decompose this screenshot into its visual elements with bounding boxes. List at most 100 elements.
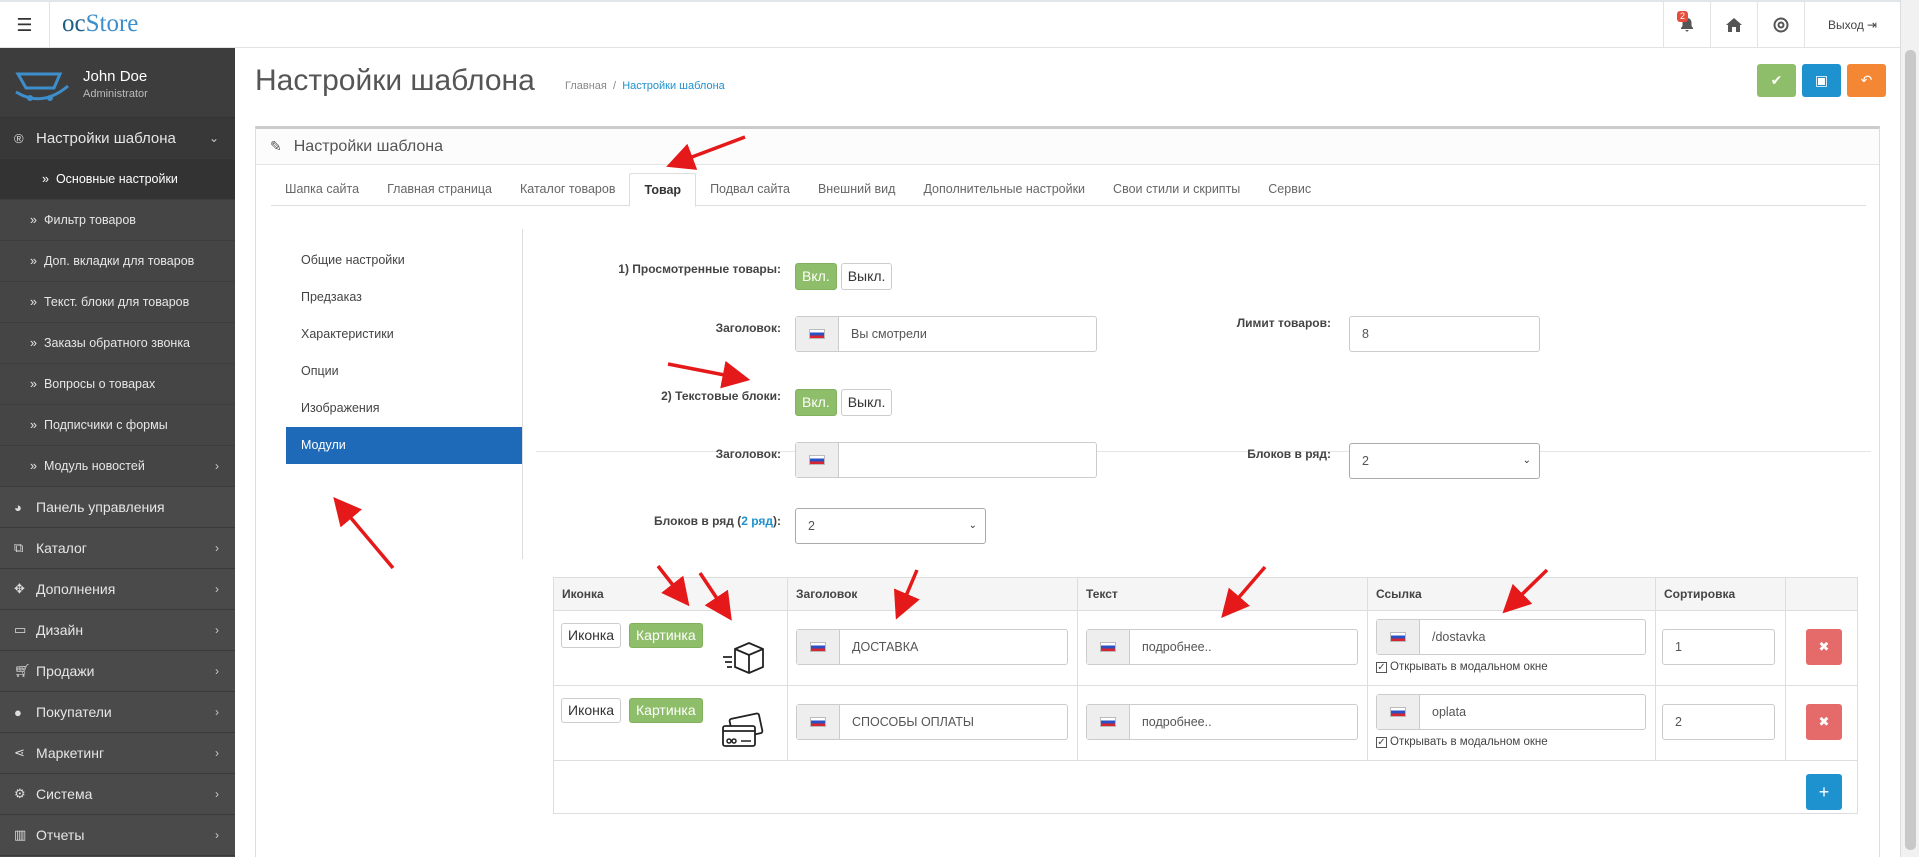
row2-text-field[interactable]: подробнее.. [1086, 704, 1358, 740]
text-blocks-table: Иконка Заголовок Текст Ссылка Сортировка… [553, 577, 1858, 814]
save-button[interactable]: ✔ [1757, 64, 1796, 97]
add-row-button[interactable]: + [1806, 774, 1842, 810]
notifications-button[interactable]: 2 [1663, 2, 1710, 48]
viewed-heading-label: Заголовок: [715, 321, 781, 335]
tab-appearance[interactable]: Внешний вид [804, 173, 909, 206]
sidebar-sub-extra-tabs[interactable]: » Доп. вкладки для товаров [0, 241, 235, 282]
row2-image-button[interactable]: Картинка [629, 698, 703, 723]
double-chevron-icon: » [30, 418, 37, 432]
tab-header[interactable]: Шапка сайта [271, 173, 373, 206]
breadcrumb-current[interactable]: Настройки шаблона [622, 80, 725, 92]
gear-icon: ⚙ [14, 786, 26, 801]
row2-delete-button[interactable]: ✖ [1806, 704, 1842, 740]
tab-service[interactable]: Сервис [1254, 173, 1325, 206]
row1-text-field[interactable]: подробнее.. [1086, 629, 1358, 665]
viewed-off-button[interactable]: Выкл. [840, 263, 893, 290]
row1-text-value: подробнее.. [1142, 640, 1212, 654]
tab-home-page[interactable]: Главная страница [373, 173, 506, 206]
row2-heading-field[interactable]: СПОСОБЫ ОПЛАТЫ [796, 704, 1068, 740]
sidebar-sub-product-filter[interactable]: » Фильтр товаров [0, 200, 235, 241]
subnav-attributes[interactable]: Характеристики [286, 316, 522, 353]
sidebar-sub-text-blocks[interactable]: » Текст. блоки для товаров [0, 282, 235, 323]
tab-footer[interactable]: Подвал сайта [696, 173, 804, 206]
breadcrumb-home[interactable]: Главная [565, 80, 607, 92]
sidebar-sub-subscribers[interactable]: » Подписчики с формы [0, 405, 235, 446]
tab-catalog[interactable]: Каталог товаров [506, 173, 629, 206]
per-row-select[interactable]: 2 ⌄ [1349, 443, 1540, 479]
sidebar-item-reports[interactable]: ▥ Отчеты › [0, 815, 235, 856]
hamburger-icon[interactable]: ☰ [0, 2, 50, 48]
sidebar-sub-label: Фильтр товаров [43, 213, 136, 227]
logout-label: Выход [1828, 18, 1864, 32]
save-stay-button[interactable]: ▣ [1802, 64, 1841, 97]
chevron-right-icon: › [215, 541, 219, 555]
subnav-options[interactable]: Опции [286, 353, 522, 390]
sidebar-item-dashboard[interactable]: ◕ Панель управления [0, 487, 235, 528]
row1-image-button[interactable]: Картинка [629, 623, 703, 648]
sidebar-sub-product-questions[interactable]: » Вопросы о товарах [0, 364, 235, 405]
row2-sort-input[interactable]: 2 [1662, 704, 1775, 740]
sidebar-sub-callback-orders[interactable]: » Заказы обратного звонка [0, 323, 235, 364]
scrollbar[interactable] [1900, 0, 1919, 857]
sidebar-item-template-settings[interactable]: ® Настройки шаблона ⌄ [0, 118, 235, 159]
sidebar-item-sales[interactable]: 🛒︎ Продажи › [0, 651, 235, 692]
logout-button[interactable]: Выход ⇥ [1804, 2, 1900, 48]
tags-icon: ⧉ [14, 540, 24, 555]
row2-modal-checkbox[interactable]: ✓ Открывать в модальном окне [1376, 736, 1548, 748]
page-title: Настройки шаблона [255, 64, 535, 97]
double-chevron-icon: » [30, 459, 37, 473]
tab-extra-settings[interactable]: Дополнительные настройки [909, 173, 1099, 206]
ru-flag-icon [1087, 705, 1130, 739]
back-button[interactable]: ↶ [1847, 64, 1886, 97]
text-blocks-off-button[interactable]: Выкл. [840, 389, 893, 416]
sidebar-sub-label: Основные настройки [55, 172, 178, 186]
row1-delete-button[interactable]: ✖ [1806, 629, 1842, 665]
row2-link-field[interactable]: oplata [1376, 694, 1646, 730]
sidebar-sub-main-settings[interactable]: » Основные настройки [0, 159, 235, 200]
payment-card-icon [722, 712, 764, 747]
sidebar-sub-label: Подписчики с формы [43, 418, 168, 432]
sidebar-sub-news-module[interactable]: » Модуль новостей › [0, 446, 235, 487]
per-row-2-link[interactable]: 2 ряд [741, 514, 773, 528]
home-button[interactable] [1710, 2, 1757, 48]
subnav-general[interactable]: Общие настройки [286, 242, 522, 279]
limit-input[interactable]: 8 [1349, 316, 1540, 352]
viewed-on-button[interactable]: Вкл. [795, 263, 837, 290]
tab-product[interactable]: Товар [629, 173, 697, 207]
sidebar-item-extensions[interactable]: ✥ Дополнения › [0, 569, 235, 610]
main-tabs: Шапка сайта Главная страница Каталог тов… [271, 173, 1866, 207]
tab-custom-styles[interactable]: Свои стили и скрипты [1099, 173, 1254, 206]
plus-icon: + [1818, 781, 1830, 802]
sidebar-item-design[interactable]: ▭ Дизайн › [0, 610, 235, 651]
row2-heading-value: СПОСОБЫ ОПЛАТЫ [852, 715, 974, 729]
per-row-2-select[interactable]: 2 ⌄ [795, 508, 986, 544]
row1-text-cell: подробнее.. [1078, 611, 1368, 686]
sidebar-item-system[interactable]: ⚙ Система › [0, 774, 235, 815]
chevron-down-icon: ⌄ [968, 520, 977, 531]
text-blocks-on-button[interactable]: Вкл. [795, 389, 837, 416]
user-profile[interactable]: John Doe Administrator [0, 48, 235, 118]
breadcrumb: Главная / Настройки шаблона [565, 80, 725, 92]
row2-link-cell: oplata ✓ Открывать в модальном окне [1368, 686, 1656, 761]
sidebar-item-catalog[interactable]: ⧉ Каталог › [0, 528, 235, 569]
row2-icon-button[interactable]: Иконка [561, 698, 622, 723]
row1-heading-field[interactable]: ДОСТАВКА [796, 629, 1068, 665]
row1-sort-input[interactable]: 1 [1662, 629, 1775, 665]
sidebar-item-marketing[interactable]: ⋖ Маркетинг › [0, 733, 235, 774]
row1-modal-checkbox[interactable]: ✓ Открывать в модальном окне [1376, 661, 1548, 673]
sidebar-item-label: Продажи [36, 663, 95, 679]
chevron-down-icon: ⌄ [1522, 455, 1531, 466]
support-button[interactable] [1757, 2, 1804, 48]
checkbox-check-icon: ✓ [1376, 737, 1387, 748]
row1-icon-button[interactable]: Иконка [561, 623, 622, 648]
subnav-images[interactable]: Изображения [286, 390, 522, 427]
scrollbar-thumb[interactable] [1905, 50, 1916, 850]
sidebar-item-customers[interactable]: ● Покупатели › [0, 692, 235, 733]
logo[interactable]: ocStore [62, 10, 138, 38]
subnav-preorder[interactable]: Предзаказ [286, 279, 522, 316]
viewed-heading-field[interactable]: Вы смотрели [795, 316, 1097, 352]
subnav-modules[interactable]: Модули [286, 427, 522, 464]
row1-link-field[interactable]: /dostavka [1376, 619, 1646, 655]
text-heading-field[interactable] [795, 442, 1097, 478]
chevron-right-icon: › [215, 787, 219, 801]
